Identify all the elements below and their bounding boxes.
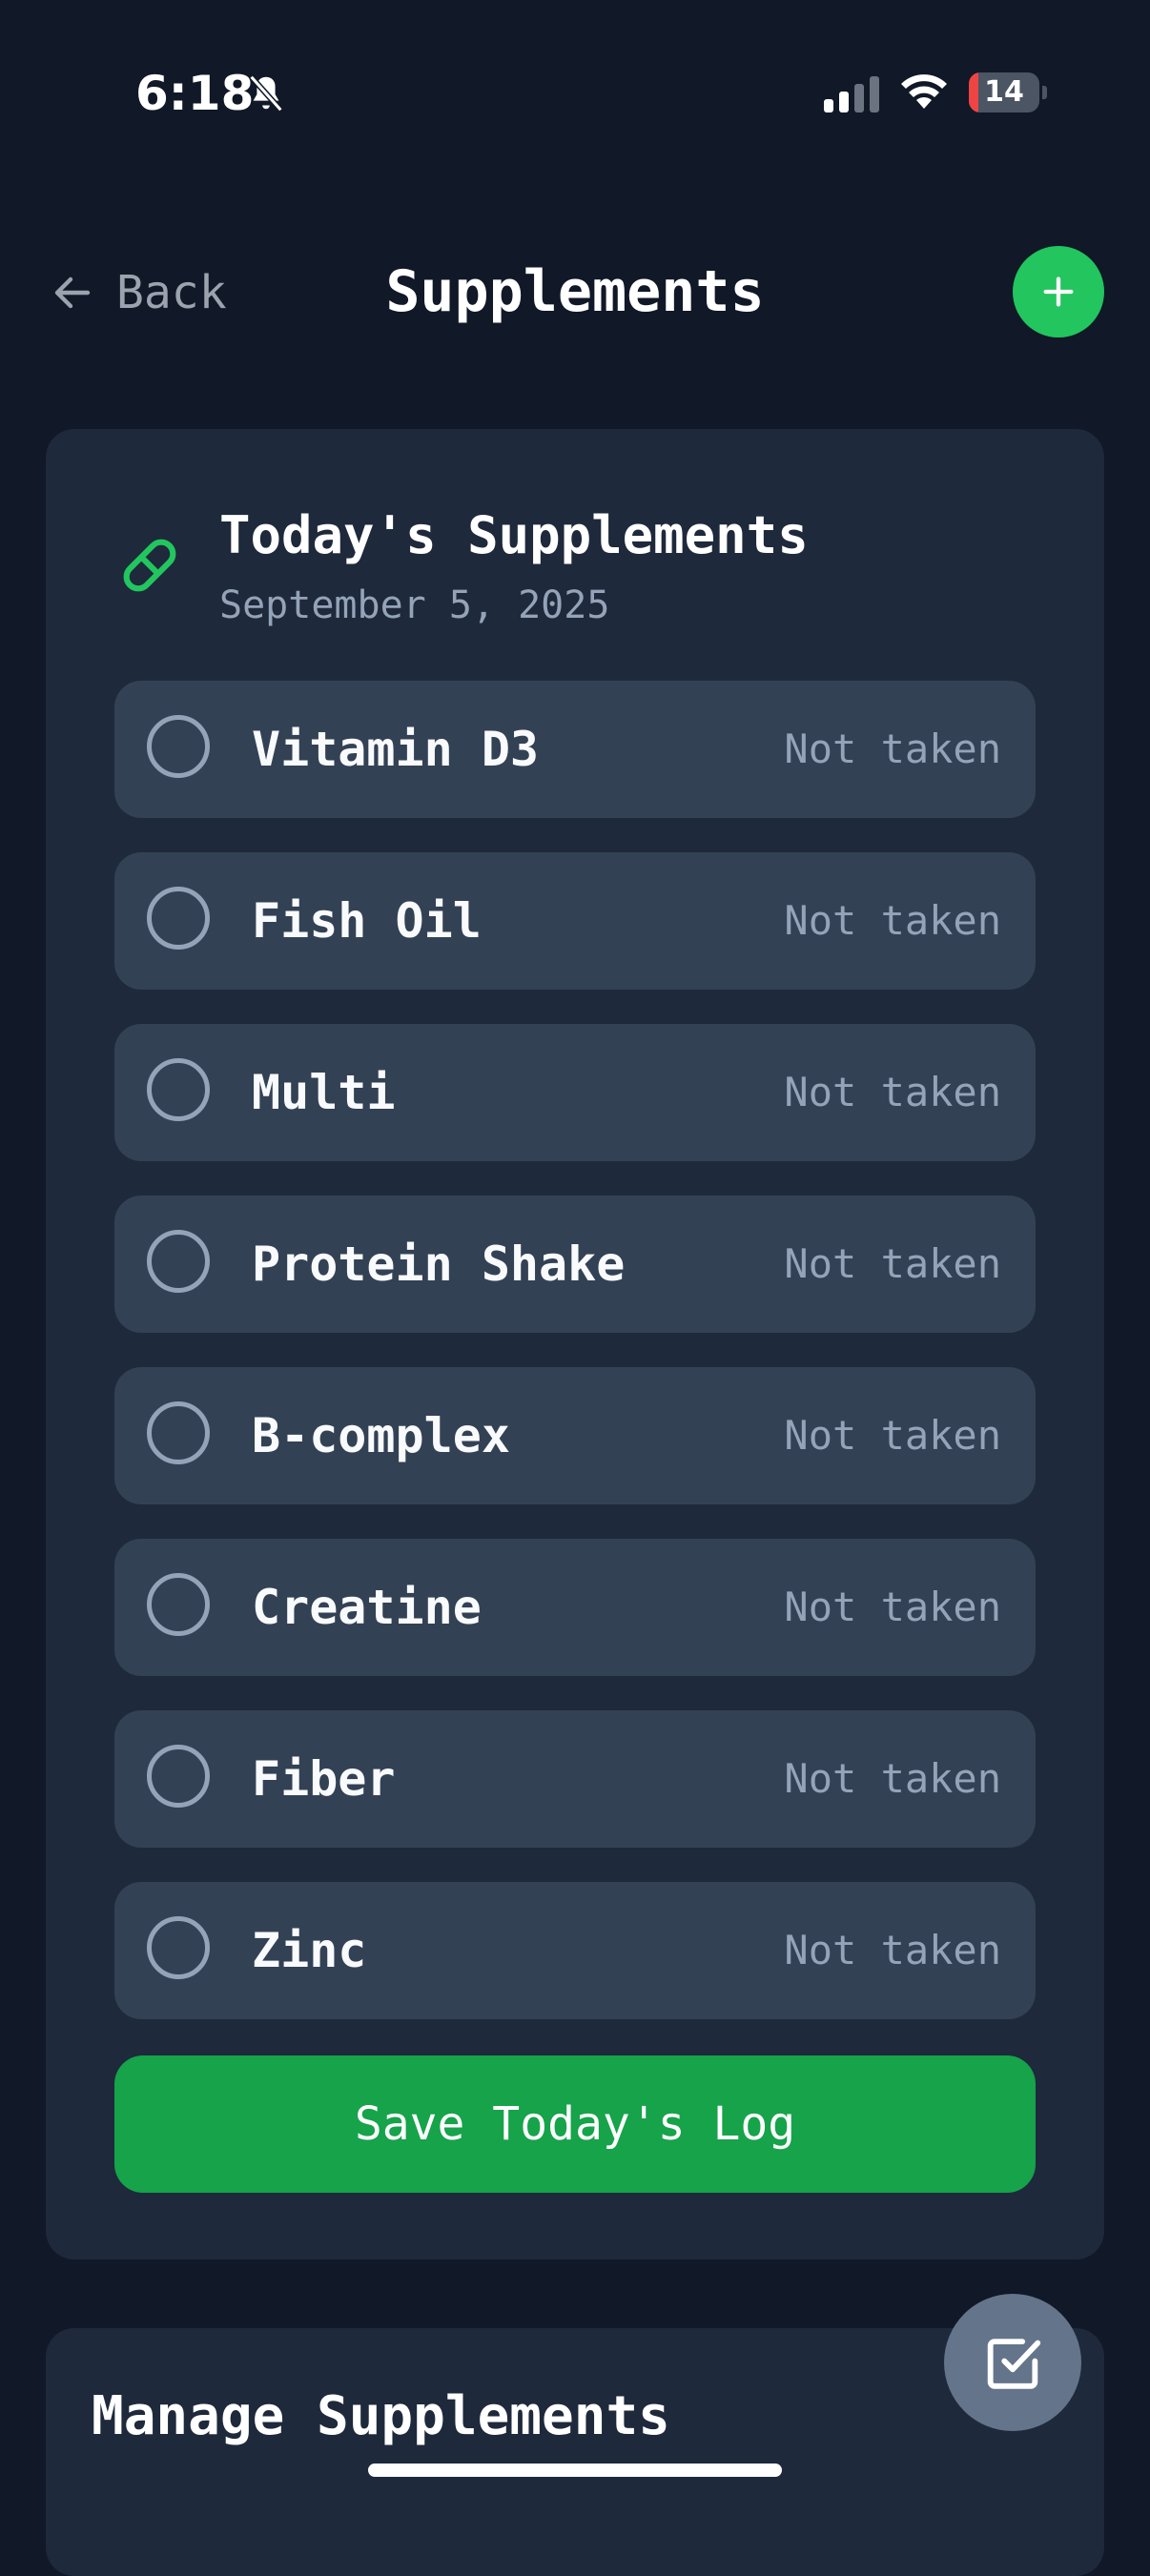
home-indicator[interactable] bbox=[368, 2464, 782, 2477]
pill-icon bbox=[123, 539, 176, 592]
supplement-name: Multi bbox=[252, 1065, 396, 1120]
checkbox-circle-icon[interactable] bbox=[147, 887, 210, 950]
checkbox-icon bbox=[987, 2339, 1041, 2389]
signal-icon bbox=[824, 76, 879, 112]
supplement-item-creatine[interactable]: Creatine Not taken bbox=[114, 1539, 1036, 1676]
wifi-icon bbox=[901, 74, 947, 109]
checkbox-circle-icon[interactable] bbox=[147, 1230, 210, 1293]
checkbox-circle-icon[interactable] bbox=[147, 715, 210, 778]
supplement-name: Fiber bbox=[252, 1751, 396, 1807]
supplement-item-fish-oil[interactable]: Fish Oil Not taken bbox=[114, 852, 1036, 990]
plus-icon bbox=[1043, 276, 1074, 307]
add-supplement-button[interactable] bbox=[1013, 246, 1104, 337]
checkbox-circle-icon[interactable] bbox=[147, 1401, 210, 1464]
manage-title: Manage Supplements bbox=[92, 2385, 670, 2447]
card-title: Today's Supplements bbox=[219, 505, 809, 565]
supplement-status: Not taken bbox=[784, 1927, 1001, 1973]
floating-checklist-button[interactable] bbox=[944, 2294, 1081, 2431]
supplement-status: Not taken bbox=[784, 726, 1001, 772]
bell-slash-icon bbox=[249, 74, 283, 112]
supplement-status: Not taken bbox=[784, 1069, 1001, 1115]
supplement-name: Creatine bbox=[252, 1580, 482, 1635]
supplement-status: Not taken bbox=[784, 1584, 1001, 1630]
page-title: Supplements bbox=[385, 258, 765, 325]
status-time: 6:18 bbox=[135, 66, 255, 121]
supplement-status: Not taken bbox=[784, 1755, 1001, 1802]
checkbox-circle-icon[interactable] bbox=[147, 1745, 210, 1808]
supplement-item-fiber[interactable]: Fiber Not taken bbox=[114, 1710, 1036, 1848]
supplement-status: Not taken bbox=[784, 1240, 1001, 1287]
supplement-name: Zinc bbox=[252, 1923, 367, 1978]
supplement-name: Fish Oil bbox=[252, 893, 482, 949]
checkbox-circle-icon[interactable] bbox=[147, 1573, 210, 1636]
save-log-button[interactable]: Save Today's Log bbox=[114, 2055, 1036, 2193]
battery-percent: 14 bbox=[984, 75, 1024, 109]
supplement-item-b-complex[interactable]: B-complex Not taken bbox=[114, 1367, 1036, 1504]
supplement-status: Not taken bbox=[784, 897, 1001, 944]
checkbox-circle-icon[interactable] bbox=[147, 1058, 210, 1121]
supplement-item-multi[interactable]: Multi Not taken bbox=[114, 1024, 1036, 1161]
status-bar: 6:18 14 bbox=[0, 0, 1150, 133]
supplement-item-zinc[interactable]: Zinc Not taken bbox=[114, 1882, 1036, 2019]
card-date: September 5, 2025 bbox=[219, 583, 610, 627]
supplement-name: B-complex bbox=[252, 1408, 510, 1463]
todays-supplements-card: Today's Supplements September 5, 2025 Vi… bbox=[46, 429, 1104, 2259]
supplement-name: Vitamin D3 bbox=[252, 722, 540, 777]
supplement-name: Protein Shake bbox=[252, 1237, 626, 1292]
supplement-item-vitamin-d3[interactable]: Vitamin D3 Not taken bbox=[114, 681, 1036, 818]
supplement-status: Not taken bbox=[784, 1412, 1001, 1459]
checkbox-circle-icon[interactable] bbox=[147, 1916, 210, 1979]
battery-icon: 14 bbox=[969, 72, 1047, 112]
supplement-item-protein-shake[interactable]: Protein Shake Not taken bbox=[114, 1196, 1036, 1333]
supplement-list: Vitamin D3 Not taken Fish Oil Not taken … bbox=[114, 681, 1036, 2054]
